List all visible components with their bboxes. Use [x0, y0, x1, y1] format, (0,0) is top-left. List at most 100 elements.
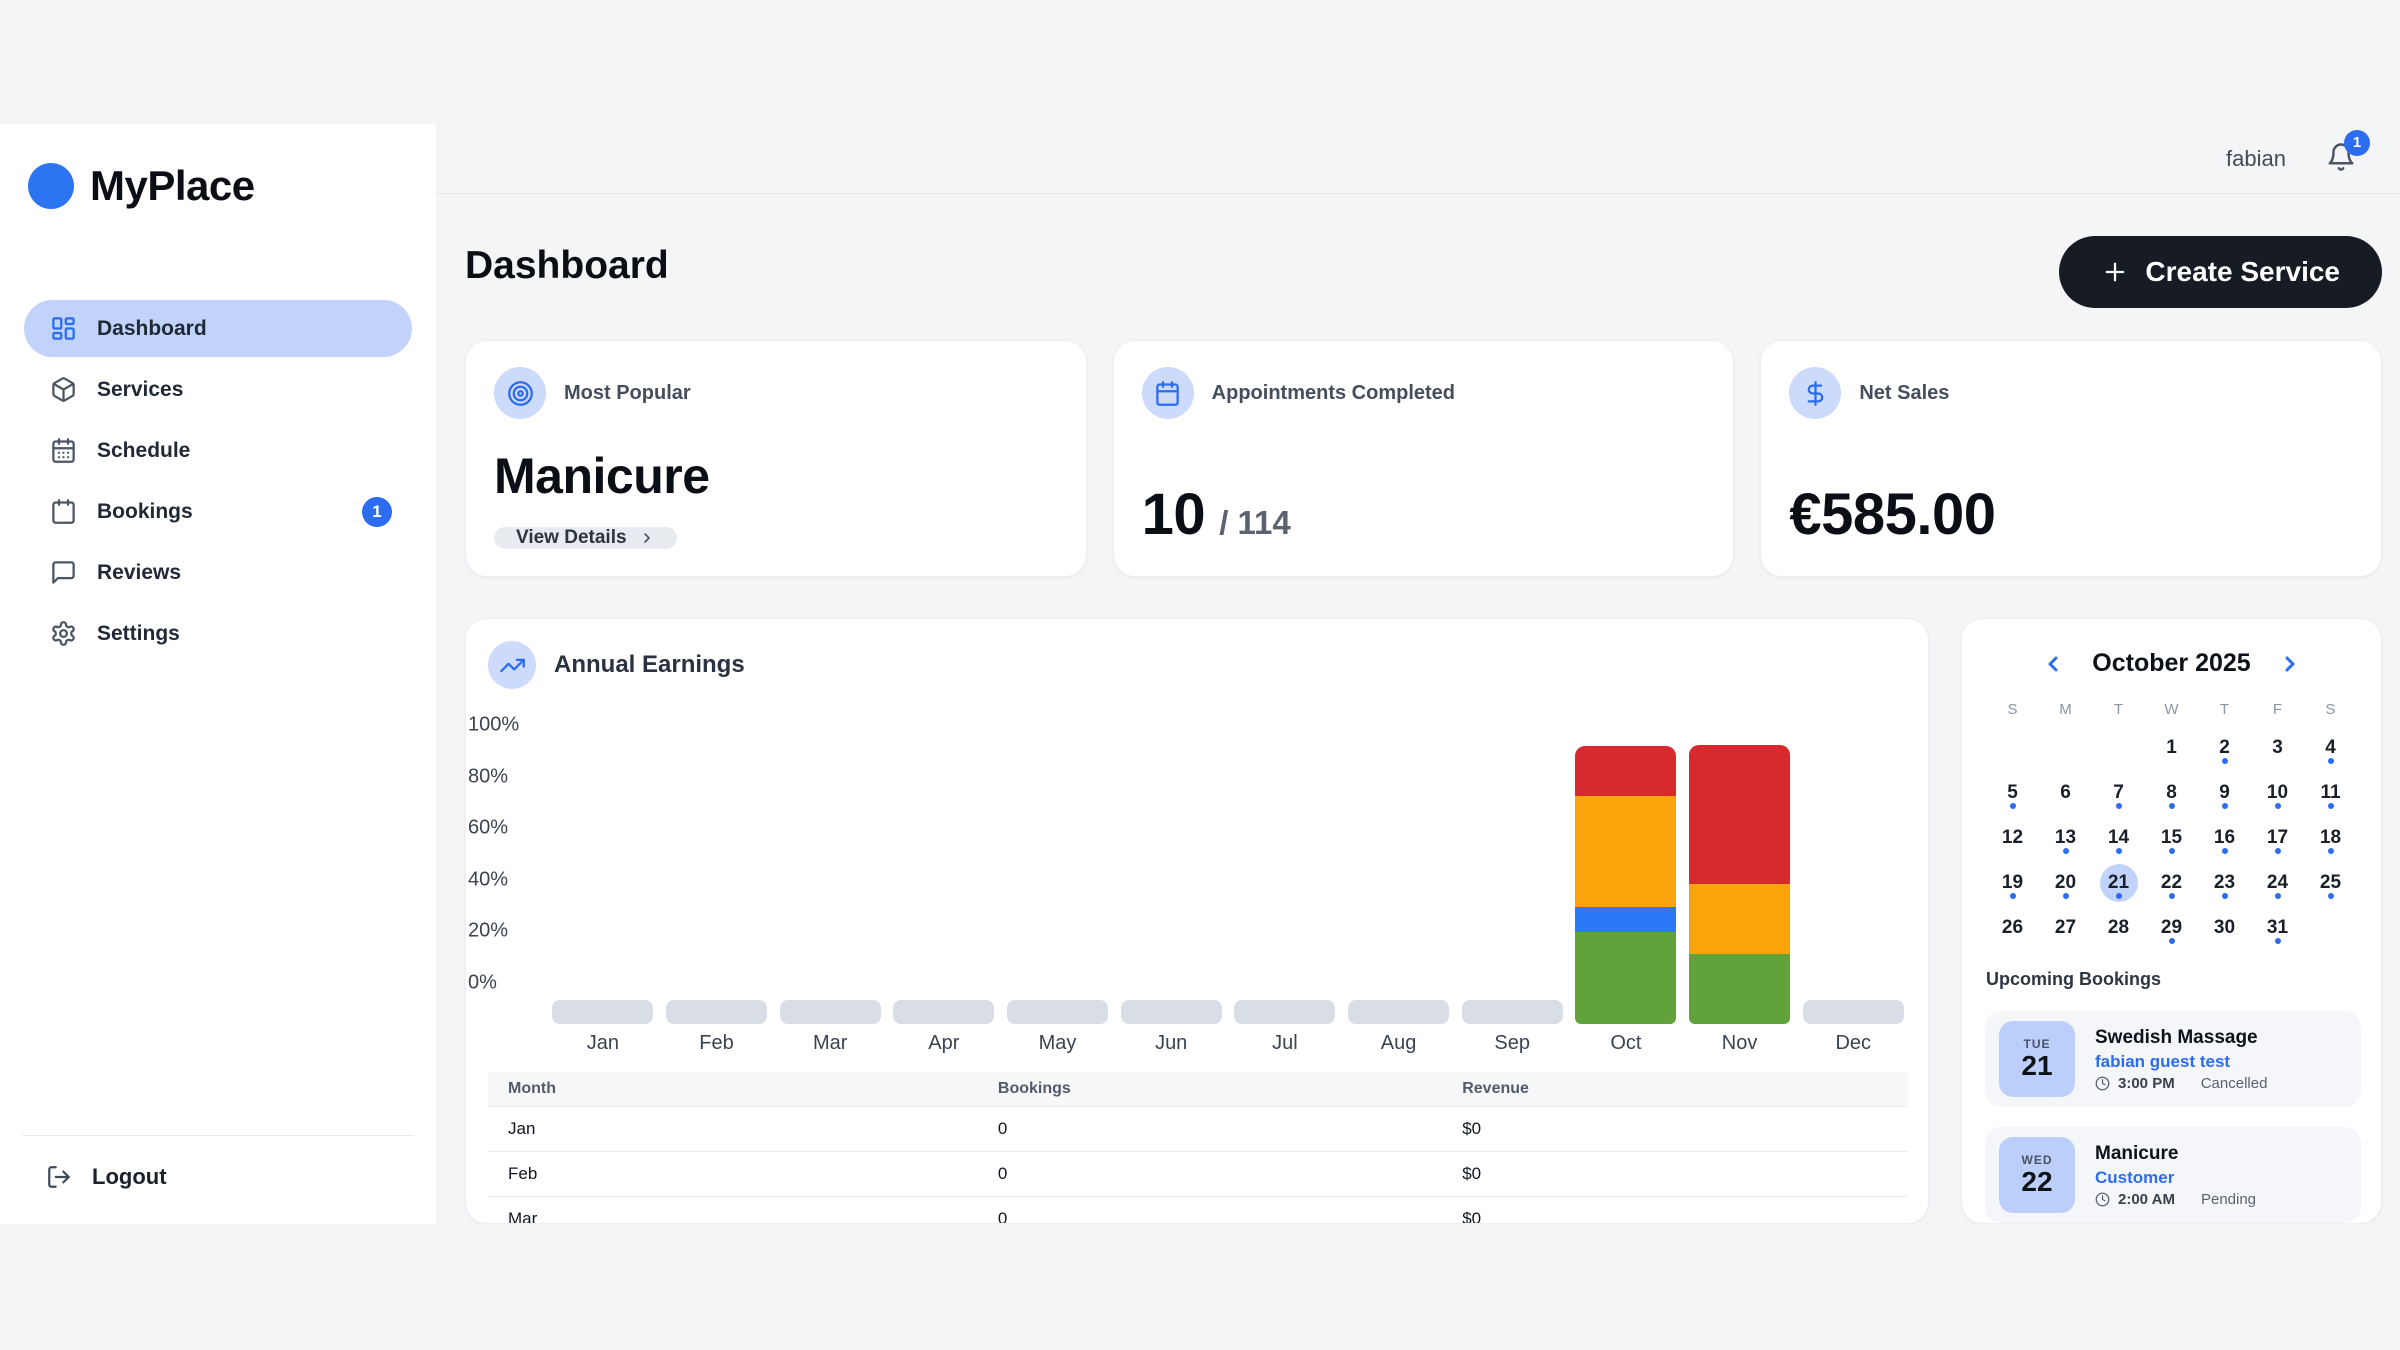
booking-card-swedish-massage[interactable]: TUE21 Swedish Massagefabian guest test3:0… — [1985, 1011, 2361, 1107]
booking-dot — [2116, 803, 2122, 809]
calendar-day-19[interactable]: 19 — [1986, 860, 2039, 905]
plus-icon — [2101, 258, 2129, 286]
booking-customer-link[interactable]: fabian guest test — [2095, 1052, 2267, 1072]
calendar-day-3[interactable]: 3 — [2251, 725, 2304, 770]
booking-dot — [2169, 893, 2175, 899]
stat-value-row: 10 / 114 — [1142, 481, 1706, 548]
booking-date-badge: TUE21 — [1999, 1021, 2075, 1097]
calendar-day-4[interactable]: 4 — [2304, 725, 2357, 770]
booking-dot — [2222, 893, 2228, 899]
calendar-day-26[interactable]: 26 — [1986, 905, 2039, 950]
notifications-button[interactable]: 1 — [2326, 142, 2360, 176]
booking-dot — [2063, 893, 2069, 899]
sidebar-item-badge: 1 — [362, 497, 392, 527]
weekday-label: T — [2198, 701, 2251, 718]
empty-month-bar — [893, 1000, 994, 1024]
calendar-day-6[interactable]: 6 — [2039, 770, 2092, 815]
calendar-day-23[interactable]: 23 — [2198, 860, 2251, 905]
stat-label: Appointments Completed — [1212, 382, 1455, 405]
booking-customer-link[interactable]: Customer — [2095, 1168, 2256, 1188]
day-number: 26 — [1994, 909, 2032, 947]
calendar-day-20[interactable]: 20 — [2039, 860, 2092, 905]
gear-icon — [50, 620, 77, 647]
calendar-day-11[interactable]: 11 — [2304, 770, 2357, 815]
calendar-day-16[interactable]: 16 — [2198, 815, 2251, 860]
calendar-day-29[interactable]: 29 — [2145, 905, 2198, 950]
calendar-day-21[interactable]: 21 — [2092, 860, 2145, 905]
annual-earnings-card: Annual Earnings 100%80%60%40%20%0% JanFe… — [465, 618, 1929, 1224]
chart-plot-area — [546, 746, 1910, 1024]
booking-dot — [2169, 938, 2175, 944]
booking-dot — [2010, 803, 2016, 809]
booking-info: Swedish Massagefabian guest test3:00 PMC… — [2095, 1027, 2267, 1092]
calendar-day-1[interactable]: 1 — [2145, 725, 2198, 770]
sidebar-item-reviews[interactable]: Reviews — [24, 544, 412, 601]
sidebar-item-label: Dashboard — [97, 317, 207, 341]
day-number: 12 — [1994, 819, 2032, 857]
empty-month-bar — [666, 1000, 767, 1024]
calendar-day-empty — [2039, 725, 2092, 770]
calendar-day-8[interactable]: 8 — [2145, 770, 2198, 815]
y-axis-tick: 40% — [468, 868, 538, 891]
stat-label: Net Sales — [1859, 382, 1949, 405]
day-number: 30 — [2206, 909, 2244, 947]
weekday-label: S — [1986, 701, 2039, 718]
calendar-day-15[interactable]: 15 — [2145, 815, 2198, 860]
sidebar-item-dashboard[interactable]: Dashboard — [24, 300, 412, 357]
table-cell: $0 — [1442, 1197, 1908, 1225]
stat-head: Most Popular — [494, 367, 1058, 419]
calendar-day-18[interactable]: 18 — [2304, 815, 2357, 860]
calendar-day-2[interactable]: 2 — [2198, 725, 2251, 770]
calendar-day-12[interactable]: 12 — [1986, 815, 2039, 860]
logout-button[interactable]: Logout — [46, 1164, 396, 1190]
calendar-day-17[interactable]: 17 — [2251, 815, 2304, 860]
stat-label: Most Popular — [564, 382, 691, 405]
calendar-day-7[interactable]: 7 — [2092, 770, 2145, 815]
calendar-day-31[interactable]: 31 — [2251, 905, 2304, 950]
calendar-day-14[interactable]: 14 — [2092, 815, 2145, 860]
booking-dot — [2222, 848, 2228, 854]
empty-month-bar — [1007, 1000, 1108, 1024]
y-axis-tick: 60% — [468, 817, 538, 840]
brand-name: MyPlace — [90, 162, 255, 210]
booking-dot — [2275, 848, 2281, 854]
sidebar: MyPlace Dashboard ServicesScheduleBooking… — [0, 124, 436, 1224]
sidebar-item-bookings[interactable]: Bookings1 — [24, 483, 412, 540]
chart-column-nov — [1683, 746, 1797, 1024]
table-cell: 0 — [978, 1107, 1442, 1152]
dollar-icon — [1789, 367, 1841, 419]
weekday-label: M — [2039, 701, 2092, 718]
booking-weekday: TUE — [2024, 1037, 2051, 1051]
sidebar-item-settings[interactable]: Settings — [24, 605, 412, 662]
target-icon — [494, 367, 546, 419]
calendar-day-27[interactable]: 27 — [2039, 905, 2092, 950]
calendar-weekday-row: SMTWTFS — [1986, 701, 2357, 718]
clock-icon — [2095, 1192, 2110, 1207]
stat-value: Manicure — [494, 447, 1058, 505]
calendar-day-13[interactable]: 13 — [2039, 815, 2092, 860]
create-service-button[interactable]: Create Service — [2059, 236, 2382, 308]
sidebar-item-schedule[interactable]: Schedule — [24, 422, 412, 479]
stat-card-most-popular: Most Popular Manicure View Details — [465, 340, 1087, 577]
calendar-day-10[interactable]: 10 — [2251, 770, 2304, 815]
view-details-button[interactable]: View Details — [494, 527, 677, 549]
calendar-day-5[interactable]: 5 — [1986, 770, 2039, 815]
calendar-day-24[interactable]: 24 — [2251, 860, 2304, 905]
calendar-day-30[interactable]: 30 — [2198, 905, 2251, 950]
sidebar-item-services[interactable]: Services — [24, 361, 412, 418]
x-axis-label: Jun — [1114, 1032, 1228, 1055]
calendar-day-9[interactable]: 9 — [2198, 770, 2251, 815]
table-cell: Feb — [488, 1152, 978, 1197]
calendar-day-28[interactable]: 28 — [2092, 905, 2145, 950]
view-details-label: View Details — [516, 527, 627, 549]
empty-month-bar — [1348, 1000, 1449, 1024]
empty-month-bar — [1234, 1000, 1335, 1024]
calendar-day-22[interactable]: 22 — [2145, 860, 2198, 905]
brand-logo: MyPlace — [0, 124, 436, 210]
calendar-day-empty — [2092, 725, 2145, 770]
booking-card-manicure[interactable]: WED22ManicureCustomer2:00 AMPending — [1985, 1127, 2361, 1223]
calendar-next-button[interactable] — [2277, 651, 2303, 677]
calendar-prev-button[interactable] — [2040, 651, 2066, 677]
table-cell: $0 — [1442, 1107, 1908, 1152]
calendar-day-25[interactable]: 25 — [2304, 860, 2357, 905]
